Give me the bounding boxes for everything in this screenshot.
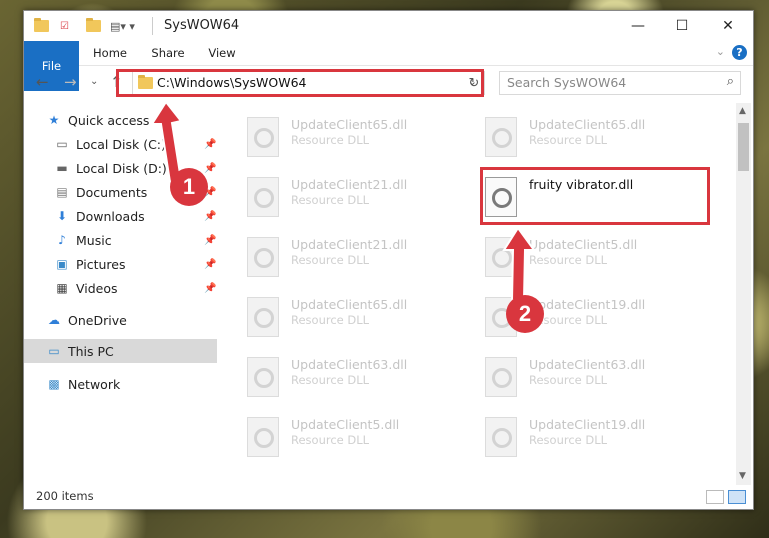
annotation-arrows xyxy=(150,100,536,301)
arrow-step-1 xyxy=(150,100,183,184)
step-badge-2: 2 xyxy=(506,295,544,333)
step-badge-1: 1 xyxy=(170,168,208,206)
arrow-step-2 xyxy=(502,226,536,301)
